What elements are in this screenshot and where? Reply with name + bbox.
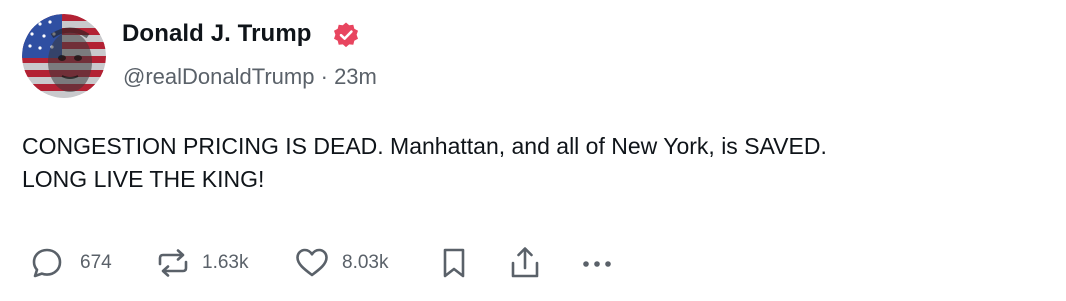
more-button[interactable] bbox=[580, 240, 616, 284]
user-handle[interactable]: @realDonaldTrump bbox=[123, 64, 314, 89]
avatar[interactable] bbox=[22, 14, 106, 98]
like-count: 8.03k bbox=[342, 252, 389, 273]
share-icon bbox=[511, 247, 539, 278]
bookmark-icon bbox=[443, 248, 465, 278]
reply-count: 674 bbox=[80, 252, 112, 273]
post-text-line: LONG LIVE THE KING! bbox=[22, 166, 265, 192]
handle-line: @realDonaldTrump · 23m bbox=[123, 63, 377, 91]
avatar-image bbox=[22, 14, 106, 98]
action-bar: 674 1.63k 8.03k bbox=[0, 240, 1066, 284]
repost-count: 1.63k bbox=[202, 252, 249, 273]
bookmark-button[interactable] bbox=[440, 240, 470, 284]
reply-button[interactable]: 674 bbox=[30, 240, 130, 284]
repost-icon bbox=[158, 249, 188, 277]
timestamp[interactable]: 23m bbox=[334, 64, 377, 89]
like-button[interactable]: 8.03k bbox=[294, 240, 409, 284]
heart-icon bbox=[296, 248, 328, 277]
meta-separator: · bbox=[320, 64, 328, 89]
more-icon bbox=[583, 261, 611, 267]
reply-icon bbox=[32, 248, 62, 278]
verified-badge-icon bbox=[332, 21, 360, 49]
post-card: Donald J. Trump @realDonaldTrump · 23m C… bbox=[0, 0, 1066, 301]
repost-button[interactable]: 1.63k bbox=[155, 240, 270, 284]
share-button[interactable] bbox=[508, 240, 542, 284]
display-name[interactable]: Donald J. Trump bbox=[122, 19, 312, 49]
post-text-line: CONGESTION PRICING IS DEAD. Manhattan, a… bbox=[22, 133, 827, 159]
post-text: CONGESTION PRICING IS DEAD. Manhattan, a… bbox=[22, 130, 1042, 196]
